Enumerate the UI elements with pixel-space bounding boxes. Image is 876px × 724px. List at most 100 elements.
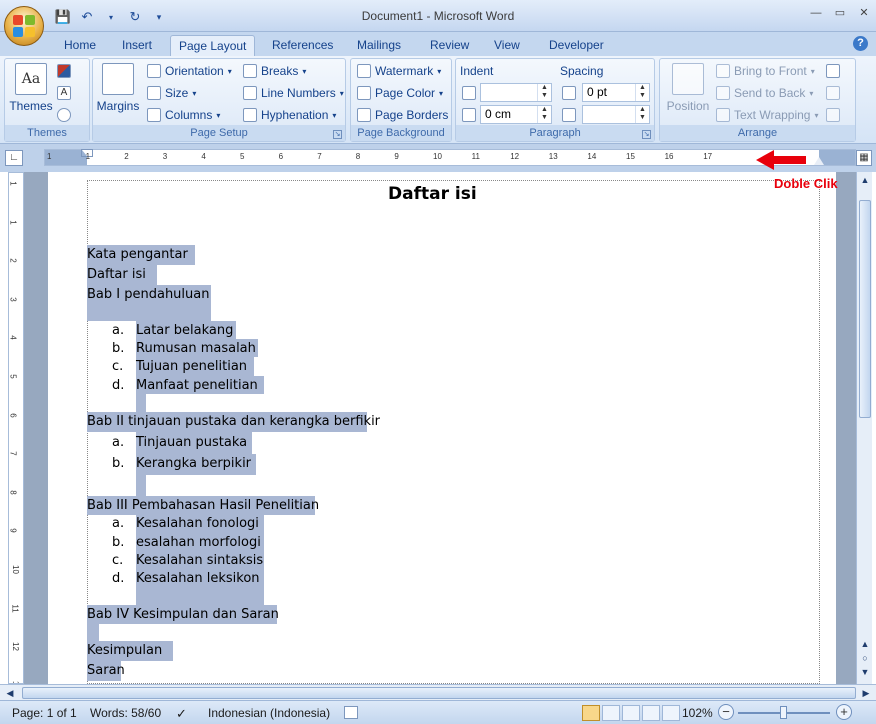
horizontal-ruler[interactable]: 1 1 2 3 4 5 6 7 8 9 10 11 12 13 14 15 16 17 — [44, 149, 856, 166]
vertical-scrollbar[interactable]: ▲ ▲ ○ ▼ — [856, 172, 872, 684]
bring-to-front-button[interactable]: Bring to Front ▾ — [716, 64, 815, 78]
spin-arrows-icon[interactable]: ▲ ▼ — [537, 84, 551, 101]
text-wrapping-button[interactable]: Text Wrapping ▾ — [716, 108, 819, 122]
indent-right-input[interactable]: 0 cm ▲ ▼ — [480, 105, 552, 124]
restore-button[interactable]: ▭ — [832, 6, 848, 20]
columns-button[interactable]: Columns ▾ — [147, 108, 220, 122]
tab-mailings[interactable]: Mailings — [349, 35, 409, 56]
zoom-out-icon[interactable]: − — [718, 704, 734, 720]
proofing-icon[interactable]: ✓ — [176, 706, 187, 722]
office-button[interactable] — [4, 6, 44, 46]
minimize-button[interactable]: — — [808, 6, 824, 20]
scroll-right-icon[interactable]: ▶ — [860, 687, 872, 699]
dropdown-arrow-icon: ▾ — [302, 66, 307, 76]
dropdown-arrow-icon: ▾ — [809, 88, 814, 98]
tab-page-layout[interactable]: Page Layout — [170, 35, 256, 56]
ruler-number: 1 — [8, 219, 18, 225]
tab-references[interactable]: References — [264, 35, 341, 56]
send-to-back-label: Send to Back — [734, 86, 806, 100]
page-setup-launcher-icon[interactable]: ↘ — [333, 130, 342, 139]
ruler-number: 13 — [548, 152, 558, 161]
indent-left-input[interactable]: ▲ ▼ — [480, 83, 552, 102]
margins-button[interactable]: Margins — [97, 63, 139, 113]
theme-fonts-button[interactable]: A — [57, 86, 71, 100]
zoom-slider-thumb[interactable] — [780, 706, 787, 719]
list-item: Latar belakang — [136, 323, 234, 338]
orientation-icon — [147, 64, 161, 78]
spacing-before-value: 0 pt — [587, 85, 608, 99]
view-ruler-button[interactable]: ▦ — [856, 150, 872, 166]
print-layout-view-icon[interactable] — [582, 705, 600, 721]
dropdown-arrow-icon: ▾ — [437, 66, 442, 76]
page-count[interactable]: Page: 1 of 1 — [12, 706, 77, 720]
word-count[interactable]: Words: 58/60 — [90, 706, 161, 720]
page-color-label: Page Color — [375, 86, 436, 100]
hyphenation-button[interactable]: Hyphenation ▾ — [243, 108, 336, 122]
tab-selector-button[interactable]: ∟ — [5, 150, 23, 166]
macro-record-icon[interactable] — [344, 706, 358, 719]
scroll-left-icon[interactable]: ◀ — [4, 687, 16, 699]
page-color-icon — [357, 86, 371, 100]
breaks-button[interactable]: Breaks ▾ — [243, 64, 306, 78]
ruler-number: 9 — [394, 152, 399, 161]
ruler-number: 2 — [8, 258, 18, 263]
zoom-in-icon[interactable]: + — [836, 704, 852, 720]
ruler-number: 7 — [317, 152, 322, 161]
spacing-before-input[interactable]: 0 pt ▲ ▼ — [582, 83, 650, 102]
ruler-number: 4 — [8, 335, 18, 341]
dropdown-arrow-icon: ▾ — [339, 88, 344, 98]
tab-home[interactable]: Home — [56, 35, 104, 56]
position-button[interactable]: Position — [666, 63, 710, 113]
group-objects-button[interactable] — [826, 86, 840, 100]
themes-button[interactable]: Aa Themes — [9, 63, 53, 113]
toc-line: Kesimpulan — [87, 643, 163, 658]
zoom-level[interactable]: 102% — [682, 706, 713, 720]
vertical-scroll-thumb[interactable] — [859, 200, 871, 418]
send-to-back-button[interactable]: Send to Back ▾ — [716, 86, 813, 100]
language[interactable]: Indonesian (Indonesia) — [208, 706, 330, 720]
scroll-up-icon[interactable]: ▲ — [859, 174, 871, 186]
close-button[interactable]: ✕ — [856, 6, 872, 20]
tab-review[interactable]: Review — [422, 35, 477, 56]
spin-arrows-icon[interactable]: ▲ ▼ — [635, 106, 649, 123]
spacing-after-input[interactable]: ▲ ▼ — [582, 105, 650, 124]
size-button[interactable]: Size ▾ — [147, 86, 196, 100]
web-layout-icon[interactable] — [622, 705, 640, 721]
previous-page-icon[interactable]: ▲ — [859, 638, 871, 650]
text-wrapping-label: Text Wrapping — [734, 108, 811, 122]
theme-colors-button[interactable] — [57, 64, 71, 78]
indent-left-icon — [462, 86, 476, 100]
outline-view-icon[interactable] — [642, 705, 660, 721]
tab-insert[interactable]: Insert — [114, 35, 160, 56]
select-browse-object-icon[interactable]: ○ — [859, 652, 871, 664]
right-indent-marker[interactable] — [814, 157, 824, 165]
vertical-ruler[interactable]: 112345678910111213 — [8, 172, 24, 684]
line-numbers-label: Line Numbers — [261, 86, 336, 100]
selection-highlight — [136, 475, 146, 496]
horizontal-scroll-thumb[interactable] — [22, 687, 856, 699]
line-numbers-button[interactable]: Line Numbers ▾ — [243, 86, 344, 100]
paragraph-launcher-icon[interactable]: ↘ — [642, 130, 651, 139]
theme-effects-button[interactable] — [57, 108, 71, 122]
help-icon[interactable]: ? — [853, 36, 868, 51]
full-screen-reading-icon[interactable] — [602, 705, 620, 721]
draft-view-icon[interactable] — [662, 705, 680, 721]
orientation-button[interactable]: Orientation ▾ — [147, 64, 232, 78]
page-color-button[interactable]: Page Color ▾ — [357, 86, 443, 100]
tab-view[interactable]: View — [486, 35, 528, 56]
document-page[interactable]: Daftar isi Kata pengantar Daftar isi Bab… — [48, 172, 836, 684]
next-page-icon[interactable]: ▼ — [859, 666, 871, 678]
horizontal-scrollbar[interactable]: ◀ ▶ — [0, 684, 876, 700]
page-borders-button[interactable]: Page Borders — [357, 108, 448, 122]
rotate-button[interactable] — [826, 108, 840, 122]
theme-effects-icon — [57, 108, 71, 122]
align-button[interactable] — [826, 64, 840, 78]
tab-developer[interactable]: Developer — [541, 35, 612, 56]
list-letter: c. — [112, 359, 124, 374]
group-paragraph: Indent Spacing ▲ ▼ 0 cm ▲ ▼ 0 pt ▲ ▼ ▲ ▼ Parag… — [455, 58, 655, 142]
ruler-number: 9 — [8, 528, 18, 534]
watermark-button[interactable]: Watermark ▾ — [357, 64, 441, 78]
spin-arrows-icon[interactable]: ▲ ▼ — [635, 84, 649, 101]
ruler-number: 6 — [278, 152, 284, 161]
spin-arrows-icon[interactable]: ▲ ▼ — [537, 106, 551, 123]
